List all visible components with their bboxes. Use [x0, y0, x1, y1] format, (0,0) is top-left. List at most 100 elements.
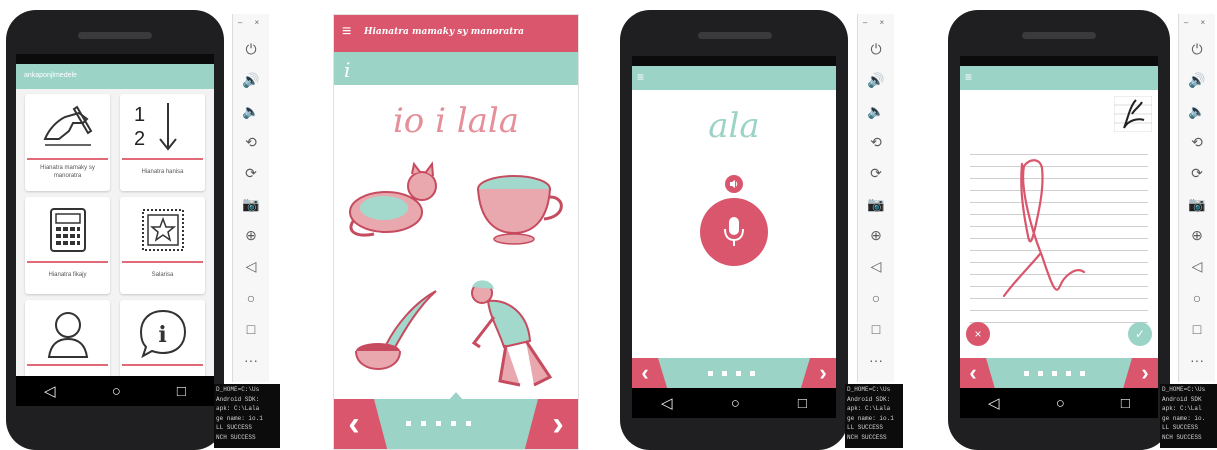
toolbar-icons: ⏻ 🔊 🔈 ⟲ ⟳ 📷 ⊕ ◁ ○ □ ···	[233, 34, 269, 375]
power-icon[interactable]: ⏻	[858, 34, 894, 65]
letter-bar: i	[334, 52, 578, 85]
tile-rewards[interactable]: Salarisa	[120, 197, 205, 294]
recents-nav-icon[interactable]: □	[1121, 395, 1130, 412]
back-icon[interactable]: ◁	[858, 251, 894, 282]
back-nav-icon[interactable]: ◁	[44, 382, 56, 400]
zoom-icon[interactable]: ⊕	[858, 220, 894, 251]
tile-grid: Hianatra mamaky sy manoratra 1 2 Hianatr…	[16, 89, 214, 397]
page-dot[interactable]	[1024, 371, 1029, 376]
page-dot[interactable]	[1052, 371, 1057, 376]
tile-read-write[interactable]: Hianatra mamaky sy manoratra	[25, 94, 110, 191]
menu-icon[interactable]: ≡	[637, 70, 644, 84]
page-dot[interactable]	[466, 421, 471, 426]
page-dot[interactable]	[1066, 371, 1071, 376]
status-bar	[16, 54, 214, 64]
pager-bar: ‹ ›	[334, 392, 578, 449]
page-dot[interactable]	[421, 421, 426, 426]
back-nav-icon[interactable]: ◁	[988, 394, 1000, 412]
page-dot[interactable]	[436, 421, 441, 426]
page-dot[interactable]	[1080, 371, 1085, 376]
console-line: ge name: io.1	[847, 414, 894, 422]
next-arrow[interactable]: ›	[1132, 358, 1158, 388]
rotate-left-icon[interactable]: ⟲	[233, 127, 269, 158]
console-line: D_HOME=C:\Us	[1162, 386, 1206, 393]
volume-down-icon[interactable]: 🔈	[1179, 96, 1215, 127]
next-arrow[interactable]: ›	[810, 358, 836, 388]
page-dot[interactable]	[750, 371, 755, 376]
menu-icon[interactable]: ≡	[342, 23, 351, 41]
tile-divider	[122, 364, 203, 366]
console-line: apk: C:\Lala	[216, 405, 260, 413]
back-icon[interactable]: ◁	[233, 251, 269, 282]
volume-up-icon[interactable]: 🔊	[233, 65, 269, 96]
zoom-icon[interactable]: ⊕	[1179, 220, 1215, 251]
speaker-button[interactable]	[725, 175, 743, 193]
phone-speaker	[698, 32, 772, 39]
camera-icon[interactable]: 📷	[233, 189, 269, 220]
page-dot[interactable]	[722, 371, 727, 376]
menu-icon[interactable]: ≡	[965, 70, 972, 84]
more-icon[interactable]: ···	[1179, 344, 1215, 375]
console-line: apk: C:\Lal	[1162, 405, 1202, 413]
power-icon[interactable]: ⏻	[233, 34, 269, 65]
emulator-toolbar: – × ⏻ 🔊 🔈 ⟲ ⟳ 📷 ⊕ ◁ ○ □ ···	[232, 14, 269, 382]
console-line: D_HOME=C:\Us	[847, 386, 891, 393]
rotate-left-icon[interactable]: ⟲	[1179, 127, 1215, 158]
camera-icon[interactable]: 📷	[858, 189, 894, 220]
tile-arithmetic[interactable]: Hianatra fikajy	[25, 197, 110, 294]
console-output: D_HOME=C:\Us Android SDK apk: C:\Lal ge nam…	[1160, 384, 1217, 448]
page-dot[interactable]	[708, 371, 713, 376]
volume-down-icon[interactable]: 🔈	[858, 96, 894, 127]
camera-icon[interactable]: 📷	[1179, 189, 1215, 220]
prev-arrow[interactable]: ‹	[632, 358, 658, 388]
power-icon[interactable]: ⏻	[1179, 34, 1215, 65]
number-one: 1	[134, 104, 146, 126]
back-nav-icon[interactable]: ◁	[661, 394, 673, 412]
tile-counting[interactable]: 1 2 Hianatra hanisa	[120, 94, 205, 191]
more-icon[interactable]: ···	[858, 344, 894, 375]
speak-screen: ≡ ala ‹ › ◁ ○ □	[632, 56, 836, 418]
microphone-button[interactable]	[700, 198, 768, 266]
phone-frame-write: ≡ × ✓ ‹ › ◁ ○ □	[948, 10, 1170, 450]
prev-arrow[interactable]: ‹	[960, 358, 986, 388]
window-controls[interactable]: – ×	[233, 18, 269, 27]
overview-icon[interactable]: □	[1179, 313, 1215, 344]
pager-notch	[449, 392, 463, 400]
volume-up-icon[interactable]: 🔊	[858, 65, 894, 96]
microphone-icon	[724, 217, 744, 246]
back-icon[interactable]: ◁	[1179, 251, 1215, 282]
rotate-right-icon[interactable]: ⟳	[233, 158, 269, 189]
phone-frame-speak: ≡ ala ‹ › ◁ ○ □	[620, 10, 848, 450]
confirm-button[interactable]: ✓	[1128, 322, 1152, 346]
page-dot[interactable]	[451, 421, 456, 426]
zoom-icon[interactable]: ⊕	[233, 220, 269, 251]
home-nav-icon[interactable]: ○	[731, 395, 740, 412]
home-icon[interactable]: ○	[858, 282, 894, 313]
recents-nav-icon[interactable]: □	[798, 395, 807, 412]
tile-label: Hianatra mamaky sy manoratra	[40, 165, 95, 179]
console-line: ge name: io.1	[216, 414, 263, 422]
volume-down-icon[interactable]: 🔈	[233, 96, 269, 127]
rotate-right-icon[interactable]: ⟳	[858, 158, 894, 189]
emulator-toolbar: – × ⏻ 🔊 🔈 ⟲ ⟳ 📷 ⊕ ◁ ○ □ ···	[857, 14, 894, 382]
page-dot[interactable]	[1038, 371, 1043, 376]
rotate-left-icon[interactable]: ⟲	[858, 127, 894, 158]
volume-up-icon[interactable]: 🔊	[1179, 65, 1215, 96]
rotate-right-icon[interactable]: ⟳	[1179, 158, 1215, 189]
clear-button[interactable]: ×	[966, 322, 990, 346]
lesson-title: Hianatra mamaky sy manoratra	[364, 27, 524, 37]
next-arrow[interactable]: ›	[538, 399, 578, 449]
overview-icon[interactable]: □	[858, 313, 894, 344]
page-dot[interactable]	[736, 371, 741, 376]
window-controls[interactable]: – ×	[1179, 18, 1215, 27]
prev-arrow[interactable]: ‹	[334, 399, 374, 449]
page-dot[interactable]	[406, 421, 411, 426]
window-controls[interactable]: – ×	[858, 18, 894, 27]
home-nav-icon[interactable]: ○	[1056, 395, 1065, 412]
overview-icon[interactable]: □	[233, 313, 269, 344]
home-icon[interactable]: ○	[233, 282, 269, 313]
home-icon[interactable]: ○	[1179, 282, 1215, 313]
more-icon[interactable]: ···	[233, 344, 269, 375]
home-nav-icon[interactable]: ○	[112, 383, 121, 400]
recents-nav-icon[interactable]: □	[177, 383, 186, 400]
